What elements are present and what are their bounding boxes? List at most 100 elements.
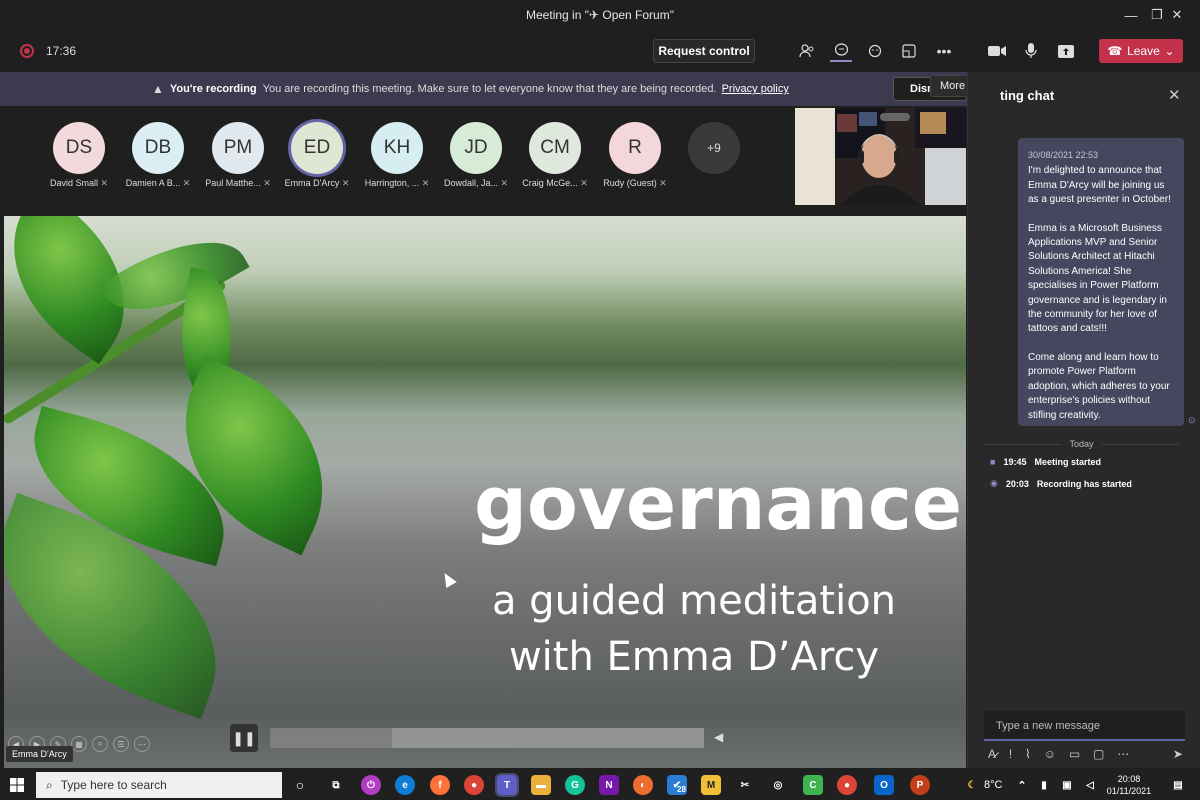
weather-moon-icon[interactable]: ☾ [962,775,982,795]
camtasia-icon[interactable]: C [803,775,823,795]
edge-icon[interactable]: e [395,775,415,795]
notifications-icon[interactable]: ▤ [1168,775,1188,795]
microphone-icon[interactable] [1020,40,1042,62]
file-explorer-icon[interactable]: ▬ [531,775,551,795]
participant-avatar[interactable]: R [609,122,661,174]
emoji-icon[interactable]: ☺ [1044,747,1056,763]
recording-banner: ▲ You're recording You are recording thi… [0,72,967,106]
chevron-down-icon: ⌄ [1164,44,1175,58]
message-paragraph: Come along and learn how to promote Powe… [1028,351,1170,421]
participant-avatar[interactable]: KH [371,122,423,174]
sticker-icon[interactable]: ▢ [1093,747,1104,763]
taskbar-clock[interactable]: 20:08 01/11/2021 [1104,773,1154,797]
participant-name-text: Dowdall, Ja... [443,178,498,188]
breakout-rooms-icon[interactable] [898,40,920,62]
chrome-icon[interactable]: ● [837,775,857,795]
request-control-button[interactable]: Request control [653,39,755,63]
chrome-icon[interactable]: ● [464,775,484,795]
urgent-icon[interactable]: ! [1009,747,1012,763]
clock-time: 20:08 [1117,774,1141,784]
search-icon: ⌕ [46,777,53,792]
share-screen-icon[interactable] [1055,40,1077,62]
more-participants-button[interactable]: +9 [688,122,740,174]
shared-slide: governance a guided meditation with Emma… [4,216,966,768]
people-icon[interactable] [796,40,818,62]
chat-icon[interactable] [830,40,852,62]
event-time: 19:45 [1003,457,1027,467]
presenter-name-tag: Emma D'Arcy [6,746,73,762]
participant-avatar[interactable]: PM [212,122,264,174]
snipping-tool-icon[interactable]: ✂ [735,775,755,795]
participant-avatar[interactable]: ED [291,122,343,174]
todo-icon[interactable]: ✔ 28 [667,775,687,795]
task-view-icon[interactable]: ⧉ [326,775,346,795]
participant-avatar[interactable]: DS [53,122,105,174]
more-actions-icon[interactable]: ••• [933,40,955,62]
grammarly-icon[interactable]: G [565,775,585,795]
date-divider: Today [984,438,1179,450]
muted-mic-icon: ✕ [419,178,430,188]
weather-temperature[interactable]: 8°C [984,779,1002,791]
participant-avatar[interactable]: JD [450,122,502,174]
seen-check-icon: ⊙ [1188,415,1196,425]
muted-mic-icon: ✕ [180,178,191,188]
window-titlebar: Meeting in "✈ Open Forum" — ❐ ✕ [0,0,1200,30]
participant-name: Damien A B... ✕ [118,178,198,189]
slides-grid-icon[interactable]: ▦ [71,736,87,752]
teams-icon[interactable]: T [495,773,519,797]
zoom-icon[interactable]: ⌕ [92,736,108,752]
pause-icon[interactable]: ❚❚ [230,724,258,752]
taskbar-search-input[interactable]: ⌕ Type here to search [36,772,282,798]
close-window-button[interactable]: ✕ [1154,0,1200,30]
muted-mic-icon: ✕ [97,178,109,188]
more-icon[interactable]: ⋯ [1117,747,1129,763]
progress-fill [270,728,392,748]
presenter-video-tile[interactable] [795,108,966,205]
muted-mic-icon: ✕ [497,178,509,188]
onenote-icon[interactable]: N [599,775,619,795]
recording-indicator-icon [20,44,34,58]
clock-date: 01/11/2021 [1106,786,1152,796]
slide-subtitle-line1: a guided meditation [491,578,897,624]
more-options-icon[interactable]: ⋯ [134,736,150,752]
composer-toolbar: A̷ ! ⌇ ☺ ▭ ▢ ⋯ ➤ [988,747,1183,763]
send-icon[interactable]: ➤ [1173,747,1183,763]
cortana-icon[interactable]: ○ [290,775,310,795]
miro-icon[interactable]: M [701,775,721,795]
gif-icon[interactable]: ▭ [1069,747,1080,763]
volume-icon[interactable]: ◀ [714,730,723,744]
windows-start-icon[interactable] [0,770,34,800]
reactions-icon[interactable] [864,40,886,62]
participant-avatar[interactable]: CM [529,122,581,174]
chevron-up-icon[interactable]: ⌃ [1012,775,1032,795]
banner-text: You are recording this meeting. Make sur… [262,83,717,95]
volume-icon[interactable]: ◁ [1080,775,1100,795]
participants-gallery: DS David Small ✕ DB Damien A B... ✕ PM Paul M… [0,106,790,206]
powerpoint-icon[interactable]: P [910,775,930,795]
format-icon[interactable]: A̷ [988,747,996,763]
outlook-icon[interactable]: O [874,775,894,795]
muted-mic-icon: ✕ [577,178,588,188]
participant-name-text: Damien A B... [125,178,181,188]
leave-button[interactable]: ☎ Leave ⌄ [1099,39,1183,63]
participant-name: Rudy (Guest) ✕ [595,178,675,189]
subtitles-icon[interactable]: ☰ [113,736,129,752]
video-camera-icon: ■ [990,457,996,467]
app-icon[interactable]: ◐ [633,775,653,795]
app-icon[interactable]: ◎ [768,775,788,795]
slide-title: governance [474,461,963,547]
firefox-icon[interactable]: f [430,775,450,795]
event-text: Recording has started [1036,478,1132,489]
network-icon[interactable]: ▣ [1057,775,1077,795]
attach-icon[interactable]: ⌇ [1025,747,1031,763]
participant-name: Dowdall, Ja... ✕ [436,178,516,189]
participant-avatar[interactable]: DB [132,122,184,174]
progress-bar[interactable] [270,728,704,748]
privacy-policy-link[interactable]: Privacy policy [722,83,789,95]
close-icon[interactable]: ✕ [1168,86,1181,104]
warning-icon: ▲ [152,82,164,96]
camera-icon[interactable] [986,40,1008,62]
message-input[interactable]: Type a new message [984,711,1185,741]
battery-icon[interactable]: ▮ [1034,775,1054,795]
app-icon[interactable]: ⏻ [361,775,381,795]
